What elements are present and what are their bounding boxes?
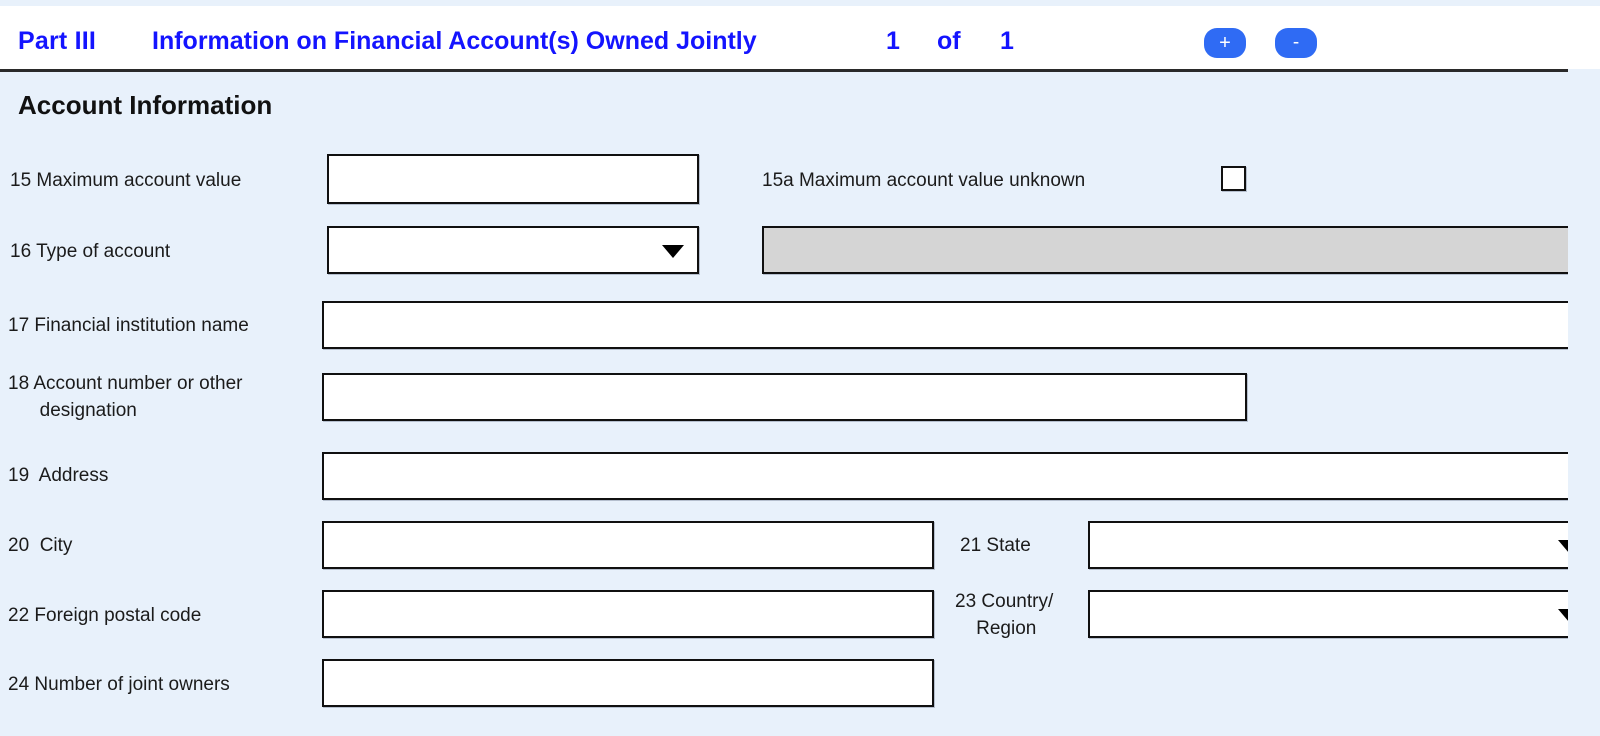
label-maximum-account-value: 15 Maximum account value xyxy=(10,170,242,191)
label-foreign-postal-code: 22 Foreign postal code xyxy=(8,605,202,626)
select-state[interactable] xyxy=(1088,521,1595,569)
label-country-region: 23 Country/ Region xyxy=(955,591,1054,639)
select-type-of-account[interactable] xyxy=(327,226,699,274)
label-address: 19 Address xyxy=(8,465,109,486)
header-divider xyxy=(0,69,1568,72)
add-account-button[interactable]: + xyxy=(1204,28,1246,58)
input-account-number[interactable] xyxy=(322,373,1247,421)
part-label: Part III xyxy=(18,27,97,55)
part-index: 1 xyxy=(886,27,900,55)
form-page: Part III Information on Financial Accoun… xyxy=(0,0,1600,736)
label-city: 20 City xyxy=(8,535,73,556)
header-band-right-margin xyxy=(1568,6,1600,69)
input-maximum-account-value[interactable] xyxy=(327,154,699,204)
part-of-label: of xyxy=(937,27,961,55)
input-foreign-postal-code[interactable] xyxy=(322,590,934,638)
label-number-of-joint-owners: 24 Number of joint owners xyxy=(8,674,230,695)
chevron-down-icon xyxy=(662,245,684,258)
field-type-of-account-other-disabled xyxy=(762,226,1595,274)
label-state: 21 State xyxy=(960,535,1031,556)
part-title: Information on Financial Account(s) Owne… xyxy=(152,27,757,55)
page-right-margin xyxy=(1568,69,1600,736)
input-city[interactable] xyxy=(322,521,934,569)
input-number-of-joint-owners[interactable] xyxy=(322,659,934,707)
section-title: Account Information xyxy=(18,90,273,120)
checkbox-maximum-account-value-unknown[interactable] xyxy=(1221,166,1246,191)
remove-account-button[interactable]: - xyxy=(1275,28,1317,58)
label-type-of-account: 16 Type of account xyxy=(10,241,171,262)
select-country-region[interactable] xyxy=(1088,590,1595,638)
label-maximum-account-value-unknown: 15a Maximum account value unknown xyxy=(762,170,1086,191)
input-financial-institution-name[interactable] xyxy=(322,301,1595,349)
part-total: 1 xyxy=(1000,27,1014,55)
label-account-number: 18 Account number or other designation xyxy=(8,373,243,421)
label-financial-institution-name: 17 Financial institution name xyxy=(8,315,249,336)
input-address[interactable] xyxy=(322,452,1595,500)
